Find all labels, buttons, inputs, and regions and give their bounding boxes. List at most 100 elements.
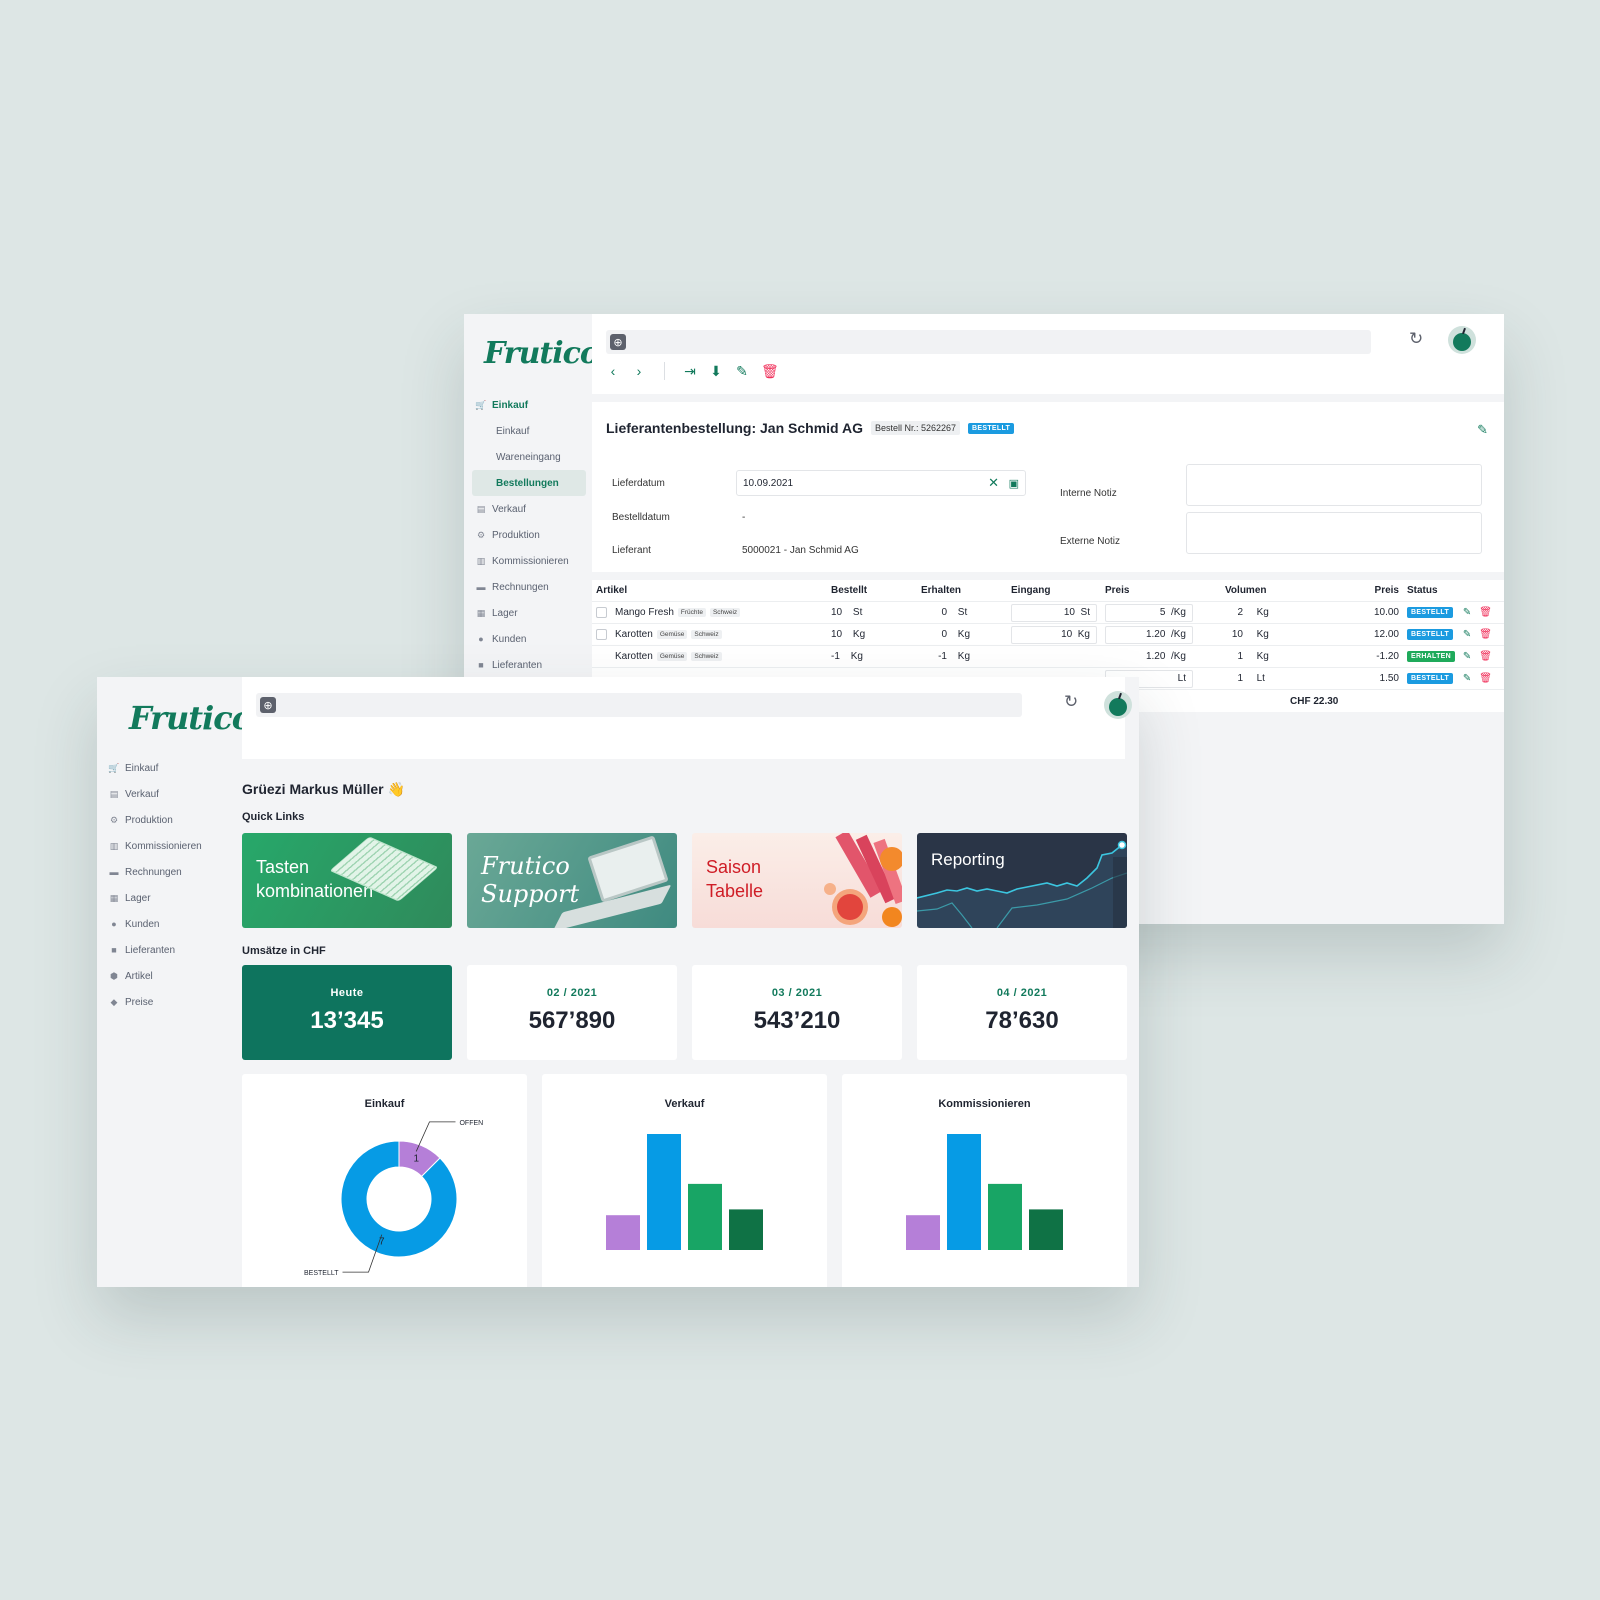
trash-icon[interactable]: 🗑 <box>1479 651 1492 662</box>
preis-input[interactable]: 1.20 /Kg <box>1105 648 1193 666</box>
avatar[interactable] <box>1448 326 1476 354</box>
sidebar-item-label: Kunden <box>492 633 527 645</box>
row-total: 12.00 <box>1373 629 1399 640</box>
sidebar-item-verkauf[interactable]: ▤ Verkauf <box>105 781 235 807</box>
sidebar-item-einkauf[interactable]: 🛒 Einkauf <box>472 392 586 418</box>
sidebar-item-wareneingang[interactable]: Wareneingang <box>472 444 586 470</box>
bar-b[interactable] <box>947 1134 981 1250</box>
sidebar-item-preise[interactable]: ◆ Preise <box>105 989 235 1015</box>
sidebar-item-lieferanten[interactable]: ■ Lieferanten <box>105 937 235 963</box>
pencil-icon[interactable]: ✎ <box>1463 607 1471 618</box>
bar-b[interactable] <box>647 1134 681 1250</box>
quick-link-season-table[interactable]: Saison Tabelle <box>692 833 902 928</box>
row-checkbox[interactable] <box>596 629 607 640</box>
gears-icon: ⚙ <box>109 814 119 825</box>
lieferdatum-field[interactable]: 10.09.2021 ✕ ▣ <box>736 470 1026 496</box>
eingang-input[interactable]: 10 St <box>1011 603 1097 622</box>
interne-notiz-input[interactable] <box>1186 464 1482 506</box>
sidebar-item-einkauf[interactable]: 🛒 Einkauf <box>105 755 235 781</box>
sidebar-item-lager[interactable]: ▦ Lager <box>472 600 586 626</box>
calendar-icon[interactable]: ▣ <box>1009 477 1019 490</box>
sidebar-item-kommissionieren[interactable]: ▥ Kommissionieren <box>105 833 235 859</box>
chevron-right-icon[interactable]: › <box>632 363 646 379</box>
sidebar-item-einkauf[interactable]: Einkauf <box>472 418 586 444</box>
clear-icon[interactable]: ✕ <box>988 475 999 491</box>
erhalten-value: 0 <box>941 607 947 618</box>
cell-preis: 5 /Kg <box>1101 603 1221 622</box>
sidebar-item-lieferanten[interactable]: ■ Lieferanten <box>472 652 586 678</box>
sidebar-item-rechnungen[interactable]: ▬ Rechnungen <box>105 859 235 885</box>
kommissionieren-bar-chart <box>906 1134 1063 1250</box>
quick-link-support[interactable]: Frutico Support <box>467 833 677 928</box>
lieferant-label: Lieferant <box>612 545 651 556</box>
volumen-value: 1 <box>1237 651 1243 662</box>
quick-link-line2: kombinationen <box>256 881 374 901</box>
sidebar-item-bestellungen[interactable]: Bestellungen <box>472 470 586 496</box>
avatar[interactable] <box>1104 691 1132 719</box>
quick-link-reporting[interactable]: Reporting <box>917 833 1127 928</box>
sidebar-item-lager[interactable]: ▦ Lager <box>105 885 235 911</box>
pencil-icon[interactable]: ✎ <box>1463 629 1471 640</box>
preis-input[interactable]: 1.20 /Kg <box>1105 625 1193 644</box>
globe-icon[interactable]: ⊕ <box>610 334 626 350</box>
apple-icon <box>1453 333 1471 351</box>
preis-unit: /Kg <box>1170 629 1186 640</box>
preis-value: 5 <box>1159 607 1166 618</box>
pencil-icon[interactable]: ✎ <box>1463 673 1471 684</box>
bar-c[interactable] <box>688 1183 722 1250</box>
slice-category-label: OFFEN <box>459 1120 483 1127</box>
globe-icon[interactable]: ⊕ <box>260 697 276 713</box>
row-total: 10.00 <box>1373 607 1399 618</box>
quick-link-shortcuts[interactable]: Tasten kombinationen <box>242 833 452 928</box>
chevron-left-icon[interactable]: ‹ <box>606 363 620 379</box>
bar-a[interactable] <box>606 1215 640 1250</box>
pencil-icon[interactable]: ✎ <box>735 363 749 380</box>
bar-d[interactable] <box>729 1209 763 1250</box>
trash-icon[interactable]: 🗑 <box>1479 629 1492 640</box>
bestellt-value: 10 <box>831 607 843 618</box>
trash-icon[interactable]: 🗑 <box>1479 673 1492 684</box>
refresh-icon[interactable]: ↻ <box>1064 692 1078 712</box>
top-bar: ⊕ ↻ <box>242 677 1132 759</box>
externe-notiz-input[interactable] <box>1186 512 1482 554</box>
bar-a[interactable] <box>906 1215 940 1250</box>
search-input[interactable]: ⊕ <box>606 330 1371 354</box>
interne-notiz-label: Interne Notiz <box>1060 488 1117 499</box>
sidebar-item-label: Kommissionieren <box>125 840 202 852</box>
refresh-icon[interactable]: ↻ <box>1409 329 1423 349</box>
sidebar-item-kommissionieren[interactable]: ▥ Kommissionieren <box>472 548 586 574</box>
eingang-input[interactable]: 10 Kg <box>1011 625 1097 644</box>
sidebar-item-label: Rechnungen <box>492 581 549 593</box>
sidebar-item-artikel[interactable]: ⬢ Artikel <box>105 963 235 989</box>
eingang-unit: Kg <box>1077 629 1090 640</box>
bar-c[interactable] <box>988 1183 1022 1250</box>
download-icon[interactable]: ⬇ <box>709 363 723 380</box>
sidebar-item-kunden[interactable]: ● Kunden <box>105 911 235 937</box>
row-checkbox[interactable] <box>596 607 607 618</box>
search-input[interactable]: ⊕ <box>256 693 1022 717</box>
sidebar-item-verkauf[interactable]: ▤ Verkauf <box>472 496 586 522</box>
pencil-icon[interactable]: ✎ <box>1463 651 1471 662</box>
bar-d[interactable] <box>1029 1209 1063 1250</box>
frutico-logo[interactable]: Frutico <box>484 336 600 371</box>
donut-slice-bestellt[interactable] <box>340 1140 458 1258</box>
preis-unit: Lt <box>1177 673 1186 684</box>
sidebar-item-kunden[interactable]: ● Kunden <box>472 626 586 652</box>
tag: Früchte <box>677 608 706 617</box>
quick-link-line2: Tabelle <box>706 881 764 901</box>
sidebar-item-produktion[interactable]: ⚙ Produktion <box>472 522 586 548</box>
sidebar-item-label: Wareneingang <box>496 451 561 463</box>
frutico-logo[interactable]: Frutico <box>129 699 253 737</box>
sidebar-item-rechnungen[interactable]: ▬ Rechnungen <box>472 574 586 600</box>
sidebar-item-label: Verkauf <box>492 503 526 515</box>
user-icon: ● <box>478 634 484 644</box>
cell-volumen: 10 Kg <box>1221 629 1311 640</box>
trash-icon[interactable]: 🗑 <box>1479 607 1492 618</box>
preis-input[interactable]: 5 /Kg <box>1105 603 1193 622</box>
trash-icon[interactable]: 🗑 <box>761 363 779 380</box>
sign-in-icon[interactable]: ⇥ <box>683 363 697 380</box>
cell-actions: ✎ 🗑 <box>1453 673 1504 684</box>
edit-order-pencil-icon[interactable]: ✎ <box>1477 422 1488 438</box>
cell-eingang: 10 Kg <box>1007 625 1101 644</box>
sidebar-item-produktion[interactable]: ⚙ Produktion <box>105 807 235 833</box>
